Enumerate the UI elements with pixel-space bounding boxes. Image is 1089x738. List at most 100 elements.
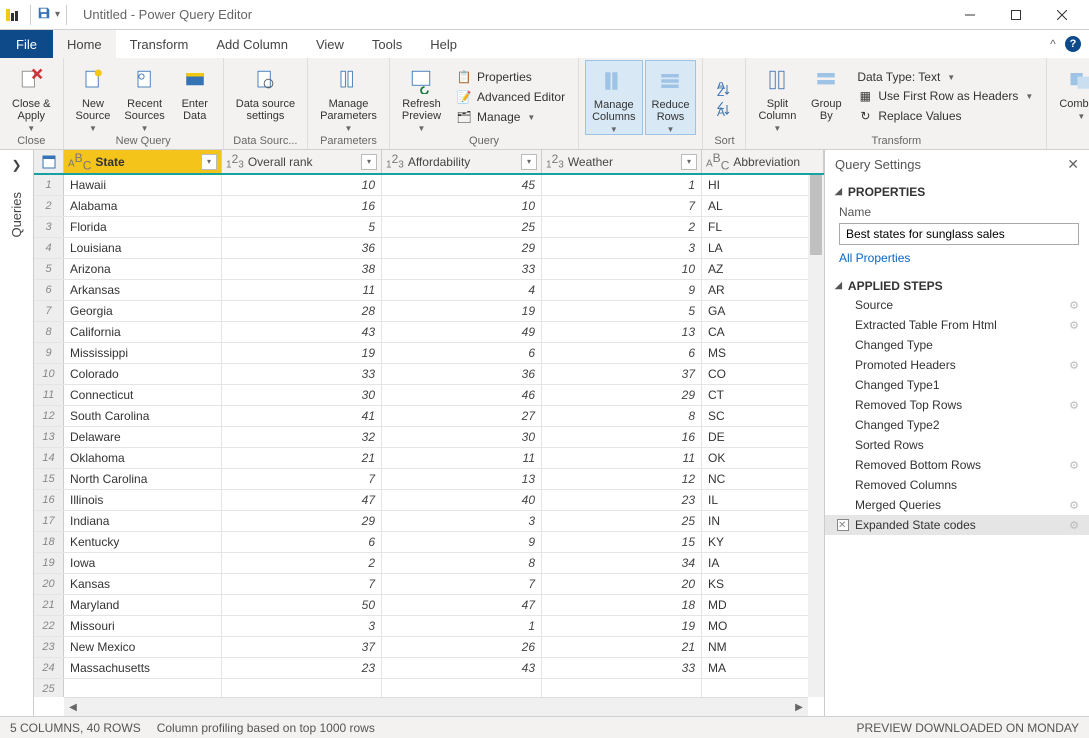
table-row[interactable]: 15North Carolina71312NC bbox=[34, 469, 824, 490]
cell-affordability[interactable]: 11 bbox=[382, 448, 542, 468]
properties-section[interactable]: ◢PROPERTIES bbox=[825, 179, 1089, 201]
expand-queries-icon[interactable]: ❯ bbox=[11, 158, 21, 172]
applied-step[interactable]: Merged Queries⚙ bbox=[825, 495, 1089, 515]
cell-rank[interactable]: 38 bbox=[222, 259, 382, 279]
cell-weather[interactable]: 19 bbox=[542, 616, 702, 636]
enter-data-button[interactable]: Enter Data bbox=[173, 60, 217, 134]
cell-state[interactable]: Georgia bbox=[64, 301, 222, 321]
cell-abbreviation[interactable]: CO bbox=[702, 364, 824, 384]
cell-weather[interactable]: 33 bbox=[542, 658, 702, 678]
cell-state[interactable] bbox=[64, 679, 222, 697]
cell-abbreviation[interactable]: FL bbox=[702, 217, 824, 237]
cell-rank[interactable]: 33 bbox=[222, 364, 382, 384]
recent-sources-button[interactable]: Recent Sources▼ bbox=[118, 60, 170, 134]
all-properties-link[interactable]: All Properties bbox=[825, 251, 1089, 273]
cell-rank[interactable]: 16 bbox=[222, 196, 382, 216]
cell-abbreviation[interactable]: AL bbox=[702, 196, 824, 216]
cell-weather[interactable]: 25 bbox=[542, 511, 702, 531]
table-row[interactable]: 1Hawaii10451HI bbox=[34, 175, 824, 196]
cell-rank[interactable]: 50 bbox=[222, 595, 382, 615]
cell-state[interactable]: Maryland bbox=[64, 595, 222, 615]
cell-rank[interactable]: 41 bbox=[222, 406, 382, 426]
cell-rank[interactable]: 23 bbox=[222, 658, 382, 678]
cell-affordability[interactable]: 4 bbox=[382, 280, 542, 300]
cell-rank[interactable]: 43 bbox=[222, 322, 382, 342]
cell-affordability[interactable]: 25 bbox=[382, 217, 542, 237]
cell-weather[interactable]: 13 bbox=[542, 322, 702, 342]
cell-state[interactable]: Connecticut bbox=[64, 385, 222, 405]
tab-add-column[interactable]: Add Column bbox=[202, 30, 302, 58]
cell-affordability[interactable]: 1 bbox=[382, 616, 542, 636]
cell-affordability[interactable] bbox=[382, 679, 542, 697]
table-row[interactable]: 21Maryland504718MD bbox=[34, 595, 824, 616]
cell-state[interactable]: Kansas bbox=[64, 574, 222, 594]
new-source-button[interactable]: New Source▼ bbox=[70, 60, 117, 134]
query-name-input[interactable] bbox=[839, 223, 1079, 245]
cell-weather[interactable]: 18 bbox=[542, 595, 702, 615]
applied-step[interactable]: Changed Type2 bbox=[825, 415, 1089, 435]
filter-icon[interactable]: ▾ bbox=[681, 154, 697, 170]
cell-state[interactable]: California bbox=[64, 322, 222, 342]
cell-rank[interactable]: 28 bbox=[222, 301, 382, 321]
cell-state[interactable]: Kentucky bbox=[64, 532, 222, 552]
manage-button[interactable]: 🗂Manage▼ bbox=[453, 108, 568, 126]
cell-weather[interactable]: 10 bbox=[542, 259, 702, 279]
cell-weather[interactable]: 2 bbox=[542, 217, 702, 237]
cell-state[interactable]: North Carolina bbox=[64, 469, 222, 489]
table-row[interactable]: 11Connecticut304629CT bbox=[34, 385, 824, 406]
applied-step[interactable]: Removed Top Rows⚙ bbox=[825, 395, 1089, 415]
table-row[interactable]: 9Mississippi1966MS bbox=[34, 343, 824, 364]
tab-help[interactable]: Help bbox=[416, 30, 471, 58]
cell-affordability[interactable]: 19 bbox=[382, 301, 542, 321]
gear-icon[interactable]: ⚙ bbox=[1069, 299, 1079, 312]
combine-button[interactable]: Combine▼ bbox=[1053, 60, 1089, 134]
gear-icon[interactable]: ⚙ bbox=[1069, 459, 1079, 472]
tab-home[interactable]: Home bbox=[53, 30, 116, 58]
cell-affordability[interactable]: 33 bbox=[382, 259, 542, 279]
cell-affordability[interactable]: 7 bbox=[382, 574, 542, 594]
applied-step[interactable]: ✕Expanded State codes⚙ bbox=[825, 515, 1089, 535]
sort-desc-button[interactable]: ZA bbox=[713, 101, 735, 119]
cell-affordability[interactable]: 30 bbox=[382, 427, 542, 447]
cell-state[interactable]: Oklahoma bbox=[64, 448, 222, 468]
close-settings-icon[interactable]: ✕ bbox=[1067, 156, 1079, 173]
table-row[interactable]: 10Colorado333637CO bbox=[34, 364, 824, 385]
cell-state[interactable]: South Carolina bbox=[64, 406, 222, 426]
cell-weather[interactable]: 3 bbox=[542, 238, 702, 258]
cell-affordability[interactable]: 36 bbox=[382, 364, 542, 384]
tab-tools[interactable]: Tools bbox=[358, 30, 416, 58]
cell-state[interactable]: Iowa bbox=[64, 553, 222, 573]
minimize-button[interactable] bbox=[947, 0, 993, 30]
data-type-button[interactable]: Data Type: Text▼ bbox=[854, 69, 1036, 85]
qat-dropdown-icon[interactable]: ▾ bbox=[55, 9, 60, 20]
cell-rank[interactable]: 6 bbox=[222, 532, 382, 552]
table-row[interactable]: 3Florida5252FL bbox=[34, 217, 824, 238]
cell-weather[interactable]: 21 bbox=[542, 637, 702, 657]
cell-weather[interactable]: 8 bbox=[542, 406, 702, 426]
cell-affordability[interactable]: 40 bbox=[382, 490, 542, 510]
cell-abbreviation[interactable]: MO bbox=[702, 616, 824, 636]
close-button[interactable] bbox=[1039, 0, 1085, 30]
cell-abbreviation[interactable] bbox=[702, 679, 824, 697]
horizontal-scrollbar[interactable]: ◀▶ bbox=[64, 697, 808, 716]
cell-rank[interactable]: 30 bbox=[222, 385, 382, 405]
reduce-rows-button[interactable]: Reduce Rows▼ bbox=[645, 60, 697, 135]
cell-affordability[interactable]: 3 bbox=[382, 511, 542, 531]
cell-state[interactable]: Colorado bbox=[64, 364, 222, 384]
col-affordability[interactable]: 123 Affordability ▾ bbox=[382, 150, 542, 173]
cell-rank[interactable]: 37 bbox=[222, 637, 382, 657]
cell-abbreviation[interactable]: LA bbox=[702, 238, 824, 258]
advanced-editor-button[interactable]: 📝Advanced Editor bbox=[453, 88, 568, 106]
table-row[interactable]: 4Louisiana36293LA bbox=[34, 238, 824, 259]
cell-affordability[interactable]: 9 bbox=[382, 532, 542, 552]
cell-rank[interactable]: 7 bbox=[222, 469, 382, 489]
table-row[interactable]: 17Indiana29325IN bbox=[34, 511, 824, 532]
cell-abbreviation[interactable]: AR bbox=[702, 280, 824, 300]
table-row[interactable]: 19Iowa2834IA bbox=[34, 553, 824, 574]
gear-icon[interactable]: ⚙ bbox=[1069, 519, 1079, 532]
cell-weather[interactable]: 5 bbox=[542, 301, 702, 321]
cell-rank[interactable] bbox=[222, 679, 382, 697]
cell-state[interactable]: Delaware bbox=[64, 427, 222, 447]
applied-step[interactable]: Changed Type1 bbox=[825, 375, 1089, 395]
col-state[interactable]: ABC State ▾ bbox=[64, 150, 222, 173]
